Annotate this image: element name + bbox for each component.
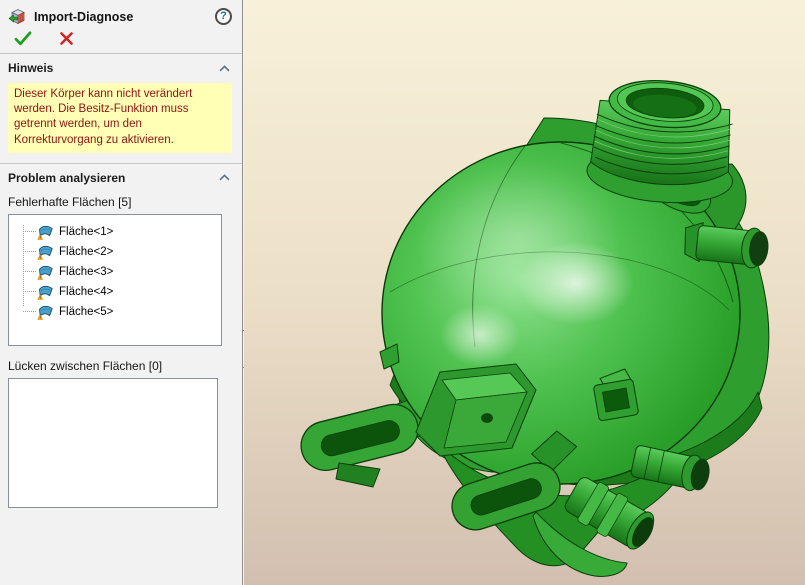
tree-connector [23, 251, 36, 252]
ok-button[interactable] [14, 31, 32, 46]
tree-connector [23, 291, 36, 292]
graphics-viewport[interactable] [244, 0, 805, 585]
face-warning-icon [37, 244, 54, 260]
section-title: Hinweis [8, 61, 53, 75]
face-warning-icon [37, 264, 54, 280]
panel-header: Import-Diagnose ? [0, 0, 242, 29]
section-title: Problem analysieren [8, 171, 125, 185]
help-icon[interactable]: ? [215, 8, 232, 25]
gaps-list[interactable] [8, 378, 218, 508]
tree-connector [23, 311, 36, 312]
dome-highlight [414, 158, 624, 318]
application-window: { "panel": { "header": { "title": "Impor… [0, 0, 805, 585]
panel-toolbar [0, 29, 242, 54]
chevron-up-icon[interactable] [219, 65, 230, 72]
face-item-label: Fläche<1> [59, 226, 113, 238]
gaps-label: Lücken zwischen Flächen [0] [8, 359, 234, 373]
import-diagnose-icon [8, 7, 27, 26]
confirm-check-icon [14, 31, 32, 46]
tree-connector [23, 271, 36, 272]
section-header-hinweis[interactable]: Hinweis [0, 54, 242, 78]
cancel-x-icon [59, 31, 74, 46]
property-manager-panel: Import-Diagnose ? Hinweis Dieser Körper … [0, 0, 243, 585]
cancel-button[interactable] [59, 31, 74, 46]
face-item-label: Fläche<2> [59, 246, 113, 258]
faulty-faces-list[interactable]: Fläche<1> Fläche<2> Fläche<3> [8, 214, 222, 346]
panel-title: Import-Diagnose [34, 10, 208, 24]
face-item-label: Fläche<5> [59, 306, 113, 318]
list-item-face-2[interactable]: Fläche<2> [9, 242, 221, 262]
face-warning-icon [37, 284, 54, 300]
tree-connector [23, 231, 36, 232]
chevron-up-icon[interactable] [219, 174, 230, 181]
model-canvas[interactable] [244, 0, 805, 585]
faulty-faces-label: Fehlerhafte Flächen [5] [8, 195, 234, 209]
face-item-label: Fläche<3> [59, 266, 113, 278]
face-warning-icon [37, 304, 54, 320]
list-item-face-1[interactable]: Fläche<1> [9, 222, 221, 242]
list-item-face-5[interactable]: Fläche<5> [9, 302, 221, 322]
face-warning-icon [37, 224, 54, 240]
face-item-label: Fläche<4> [59, 286, 113, 298]
section-header-problem-analysieren[interactable]: Problem analysieren [0, 163, 242, 188]
list-item-face-4[interactable]: Fläche<4> [9, 282, 221, 302]
list-item-face-3[interactable]: Fläche<3> [9, 262, 221, 282]
hinweis-message: Dieser Körper kann nicht verändert werde… [8, 83, 232, 153]
